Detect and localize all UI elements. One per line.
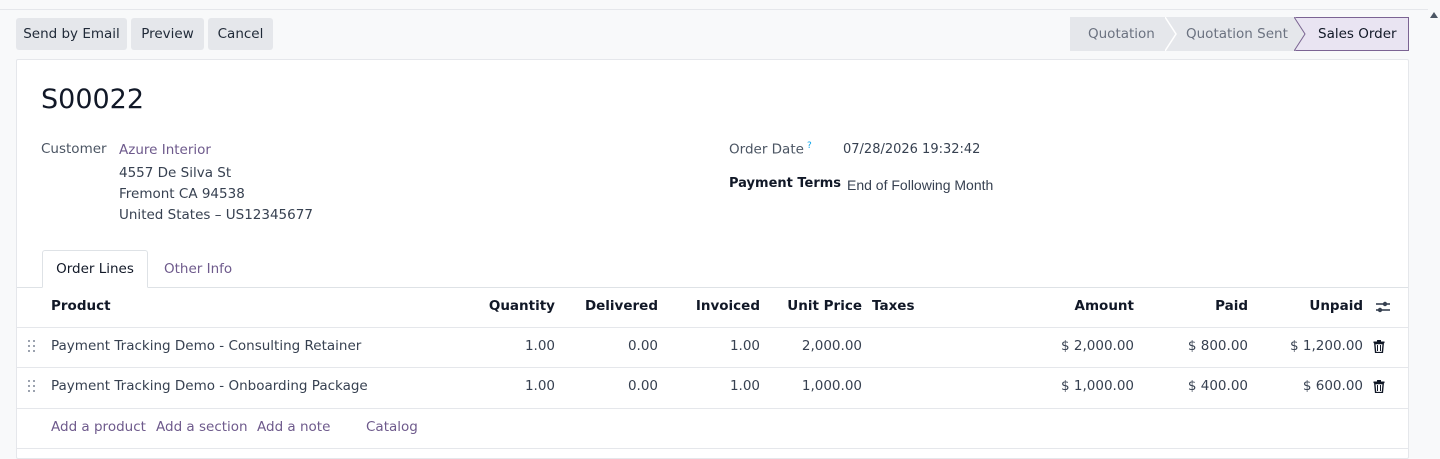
column-header-unpaid[interactable]: Unpaid (1267, 298, 1363, 314)
add-note-link[interactable]: Add a note (257, 419, 330, 435)
unit-price-cell[interactable]: 2,000.00 (782, 338, 862, 354)
paid-cell: $ 400.00 (1187, 378, 1248, 394)
column-header-taxes[interactable]: Taxes (872, 298, 914, 314)
unit-price-cell[interactable]: 1,000.00 (782, 378, 862, 394)
column-header-unit-price[interactable]: Unit Price (782, 298, 862, 314)
column-header-amount[interactable]: Amount (1047, 298, 1134, 314)
table-divider (17, 327, 1408, 328)
trash-icon[interactable] (1373, 340, 1385, 353)
payment-terms-label: Payment Terms (729, 176, 842, 191)
address-line-1: 4557 De Silva St (119, 165, 232, 181)
stage-quotation[interactable]: Quotation (1070, 17, 1166, 51)
quantity-cell[interactable]: 1.00 (477, 338, 555, 354)
column-header-paid[interactable]: Paid (1167, 298, 1248, 314)
unpaid-cell: $ 600.00 (1302, 378, 1363, 394)
drag-handle-icon[interactable] (28, 380, 38, 394)
table-divider (17, 448, 1408, 449)
order-date-field[interactable]: 07/28/2026 19:32:42 (843, 142, 980, 157)
amount-cell: $ 2,000.00 (1061, 338, 1134, 354)
page-scrollbar[interactable] (1428, 0, 1440, 450)
delivered-cell[interactable]: 0.00 (577, 338, 658, 354)
unpaid-cell: $ 1,200.00 (1290, 338, 1363, 354)
stage-separator-icon (1294, 17, 1306, 51)
customer-label: Customer (41, 141, 107, 157)
invoiced-cell[interactable]: 1.00 (687, 378, 760, 394)
form-sheet: S00022 Customer Azure Interior 4557 De S… (16, 59, 1409, 459)
drag-handle-icon[interactable] (28, 340, 38, 354)
address-line-2: Fremont CA 94538 (119, 186, 245, 202)
paid-cell: $ 800.00 (1187, 338, 1248, 354)
invoiced-cell[interactable]: 1.00 (687, 338, 760, 354)
column-header-quantity[interactable]: Quantity (477, 298, 555, 314)
tab-order-lines[interactable]: Order Lines (42, 250, 148, 288)
stage-separator-icon (1165, 17, 1177, 51)
status-bar: Quotation Quotation Sent Sales Order (1070, 17, 1409, 51)
send-by-email-button[interactable]: Send by Email (16, 18, 127, 50)
product-link[interactable]: Payment Tracking Demo - Onboarding Packa… (51, 378, 368, 394)
catalog-link[interactable]: Catalog (366, 419, 418, 435)
help-tooltip-icon[interactable]: ? (807, 141, 812, 151)
optional-columns-icon[interactable] (1375, 300, 1391, 314)
delivered-cell[interactable]: 0.00 (577, 378, 658, 394)
amount-cell: $ 1,000.00 (1061, 378, 1134, 394)
table-divider (17, 408, 1408, 409)
preview-button[interactable]: Preview (131, 18, 204, 50)
top-divider (0, 9, 1428, 10)
customer-link[interactable]: Azure Interior (119, 142, 211, 158)
trash-icon[interactable] (1373, 380, 1385, 393)
scroll-up-arrow-icon[interactable] (1430, 12, 1438, 18)
product-link[interactable]: Payment Tracking Demo - Consulting Retai… (51, 338, 361, 354)
address-line-3: United States – US12345677 (119, 207, 313, 223)
order-date-label-text: Order Date (729, 141, 804, 158)
column-header-delivered[interactable]: Delivered (577, 298, 658, 314)
column-header-product[interactable]: Product (51, 298, 111, 314)
add-section-link[interactable]: Add a section (156, 419, 248, 435)
order-title: S00022 (41, 84, 145, 115)
quantity-cell[interactable]: 1.00 (477, 378, 555, 394)
stage-sales-order[interactable]: Sales Order (1295, 17, 1409, 51)
table-divider (17, 367, 1408, 368)
column-header-invoiced[interactable]: Invoiced (687, 298, 760, 314)
cancel-button[interactable]: Cancel (208, 18, 273, 50)
order-date-label: Order Date? (729, 141, 812, 158)
stage-quotation-sent[interactable]: Quotation Sent (1166, 17, 1295, 51)
payment-terms-field[interactable]: End of Following Month (847, 177, 993, 193)
tab-other-info[interactable]: Other Info (164, 250, 232, 288)
add-product-link[interactable]: Add a product (51, 419, 146, 435)
